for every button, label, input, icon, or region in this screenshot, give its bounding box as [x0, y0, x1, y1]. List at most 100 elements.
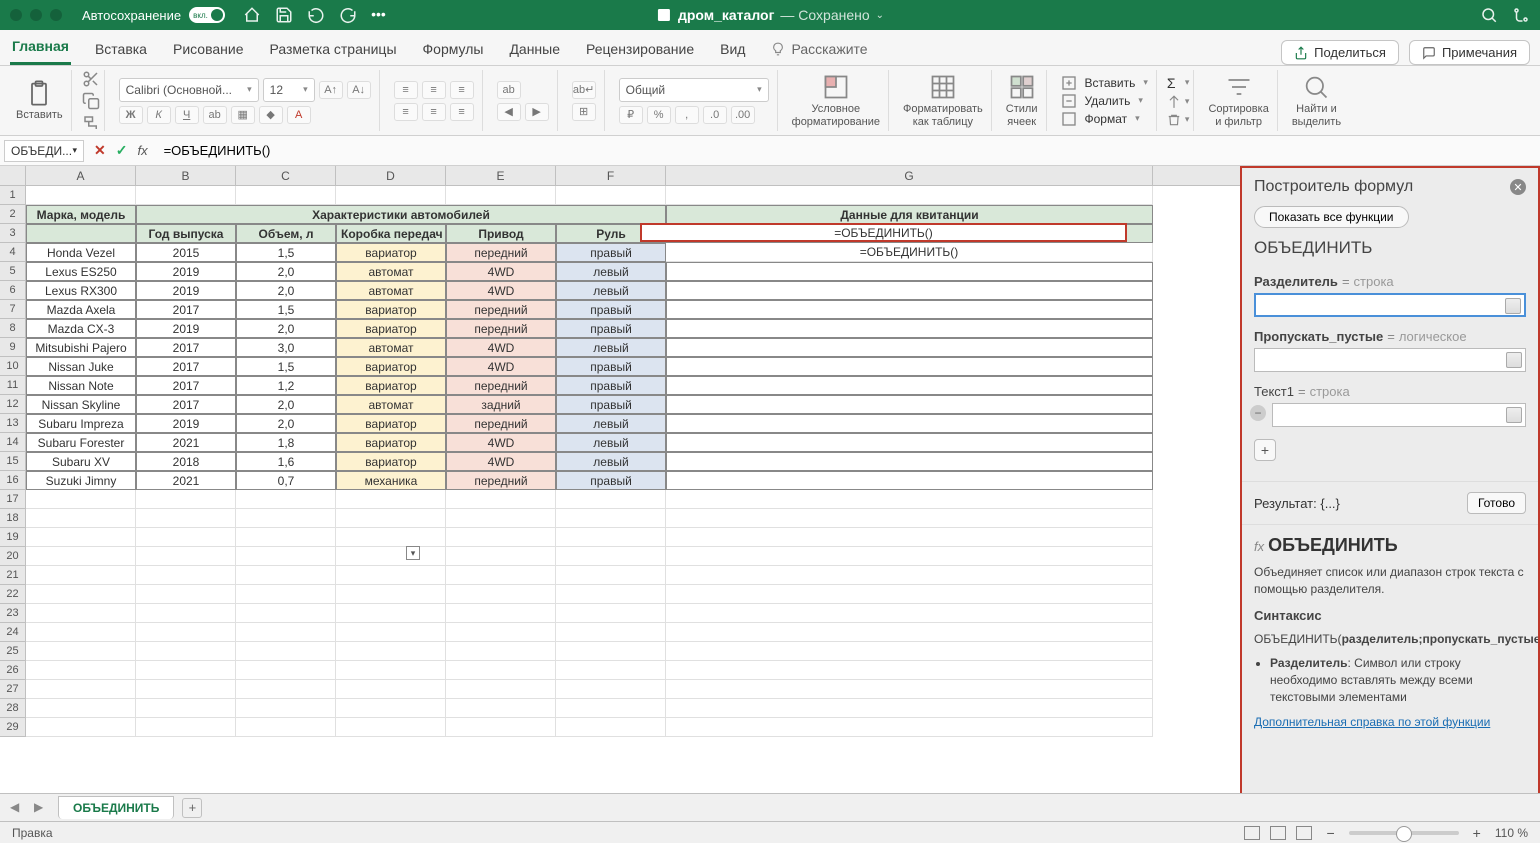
cell[interactable]: вариатор	[336, 300, 446, 319]
share-button[interactable]: Поделиться	[1281, 40, 1399, 65]
cell[interactable]: 1,5	[236, 243, 336, 262]
cell[interactable]: передний	[446, 243, 556, 262]
increase-font-icon[interactable]: A↑	[319, 81, 343, 99]
spreadsheet-grid[interactable]: ABCDEFG 12345678910111213141516171819202…	[0, 166, 1240, 823]
row-header[interactable]: 4	[0, 243, 26, 262]
cell[interactable]	[236, 509, 336, 528]
cell[interactable]	[446, 186, 556, 205]
cell[interactable]: Lexus ES250	[26, 262, 136, 281]
cell[interactable]: правый	[556, 376, 666, 395]
cell[interactable]	[666, 300, 1153, 319]
cell[interactable]	[236, 623, 336, 642]
sheet-tab[interactable]: ОБЪЕДИНИТЬ	[58, 796, 174, 819]
cell[interactable]	[336, 661, 446, 680]
font-name-select[interactable]: Calibri (Основной...▾	[119, 78, 259, 102]
cell[interactable]	[666, 262, 1153, 281]
cell[interactable]	[26, 547, 136, 566]
percent-icon[interactable]: %	[647, 106, 671, 124]
cell[interactable]: 2,0	[236, 319, 336, 338]
cell[interactable]: Lexus RX300	[26, 281, 136, 300]
cell[interactable]	[556, 509, 666, 528]
cell[interactable]: правый	[556, 471, 666, 490]
cell[interactable]	[136, 718, 236, 737]
cell[interactable]	[556, 585, 666, 604]
row-header[interactable]: 10	[0, 357, 26, 376]
tab-review[interactable]: Рецензирование	[584, 33, 696, 65]
cell[interactable]	[666, 224, 1153, 243]
tab-home[interactable]: Главная	[10, 30, 71, 65]
cell[interactable]: Nissan Note	[26, 376, 136, 395]
cell[interactable]	[136, 585, 236, 604]
cell[interactable]	[136, 699, 236, 718]
row-header[interactable]: 17	[0, 490, 26, 509]
cell[interactable]: левый	[556, 338, 666, 357]
column-header[interactable]: G	[666, 166, 1153, 185]
cell[interactable]	[336, 490, 446, 509]
cell[interactable]	[26, 566, 136, 585]
cell[interactable]: Mazda Axela	[26, 300, 136, 319]
cell[interactable]	[136, 528, 236, 547]
cell[interactable]: левый	[556, 414, 666, 433]
cell[interactable]: Nissan Juke	[26, 357, 136, 376]
cell[interactable]	[26, 699, 136, 718]
cell[interactable]	[26, 490, 136, 509]
cell[interactable]: Mazda CX-3	[26, 319, 136, 338]
cell[interactable]	[446, 623, 556, 642]
fx-icon[interactable]: fx	[137, 143, 147, 158]
cell[interactable]: Subaru Forester	[26, 433, 136, 452]
collapse-dialog-icon[interactable]	[1506, 352, 1522, 368]
decrease-font-icon[interactable]: A↓	[347, 81, 371, 99]
zoom-level[interactable]: 110 %	[1495, 826, 1528, 840]
cell[interactable]: механика	[336, 471, 446, 490]
cell[interactable]	[26, 186, 136, 205]
cell[interactable]	[446, 604, 556, 623]
cell[interactable]: Subaru Impreza	[26, 414, 136, 433]
cell[interactable]	[446, 661, 556, 680]
cell[interactable]	[136, 490, 236, 509]
cell[interactable]	[136, 509, 236, 528]
tab-formulas[interactable]: Формулы	[421, 33, 486, 65]
close-pane-icon[interactable]: ✕	[1510, 179, 1526, 195]
cell[interactable]	[666, 186, 1153, 205]
row-header[interactable]: 7	[0, 300, 26, 319]
cell[interactable]	[236, 186, 336, 205]
cell[interactable]: 1,2	[236, 376, 336, 395]
cell[interactable]	[236, 661, 336, 680]
cut-icon[interactable]	[82, 70, 100, 88]
format-cells-button[interactable]: Формат▾	[1061, 111, 1148, 127]
underline-button[interactable]: Ч	[175, 106, 199, 124]
cell[interactable]	[336, 699, 446, 718]
cell[interactable]: передний	[446, 414, 556, 433]
cell[interactable]	[666, 566, 1153, 585]
cell[interactable]	[556, 718, 666, 737]
cell[interactable]	[236, 547, 336, 566]
align-center-icon[interactable]: ≡	[422, 103, 446, 121]
cell[interactable]: вариатор	[336, 357, 446, 376]
cell[interactable]: Nissan Skyline	[26, 395, 136, 414]
cell[interactable]	[236, 642, 336, 661]
cell[interactable]	[556, 547, 666, 566]
cell[interactable]	[26, 528, 136, 547]
cell[interactable]	[446, 642, 556, 661]
cell[interactable]: 1,6	[236, 452, 336, 471]
cell[interactable]	[666, 471, 1153, 490]
row-header[interactable]: 27	[0, 680, 26, 699]
cell[interactable]	[336, 547, 446, 566]
cell[interactable]: вариатор	[336, 414, 446, 433]
align-middle-icon[interactable]: ≡	[422, 81, 446, 99]
cell[interactable]	[666, 718, 1153, 737]
row-header[interactable]: 1	[0, 186, 26, 205]
cell[interactable]: 2017	[136, 395, 236, 414]
cell[interactable]	[236, 490, 336, 509]
cell[interactable]	[446, 566, 556, 585]
find-select-group[interactable]: Найти и выделить	[1284, 70, 1349, 131]
cell[interactable]	[446, 490, 556, 509]
page-layout-view-icon[interactable]	[1270, 826, 1286, 840]
cell[interactable]: автомат	[336, 262, 446, 281]
add-sheet-button[interactable]: +	[182, 798, 202, 818]
column-header[interactable]: C	[236, 166, 336, 185]
cell[interactable]	[26, 623, 136, 642]
cell[interactable]	[136, 566, 236, 585]
prev-sheet-icon[interactable]: ◀	[10, 800, 26, 816]
cell[interactable]: вариатор	[336, 452, 446, 471]
